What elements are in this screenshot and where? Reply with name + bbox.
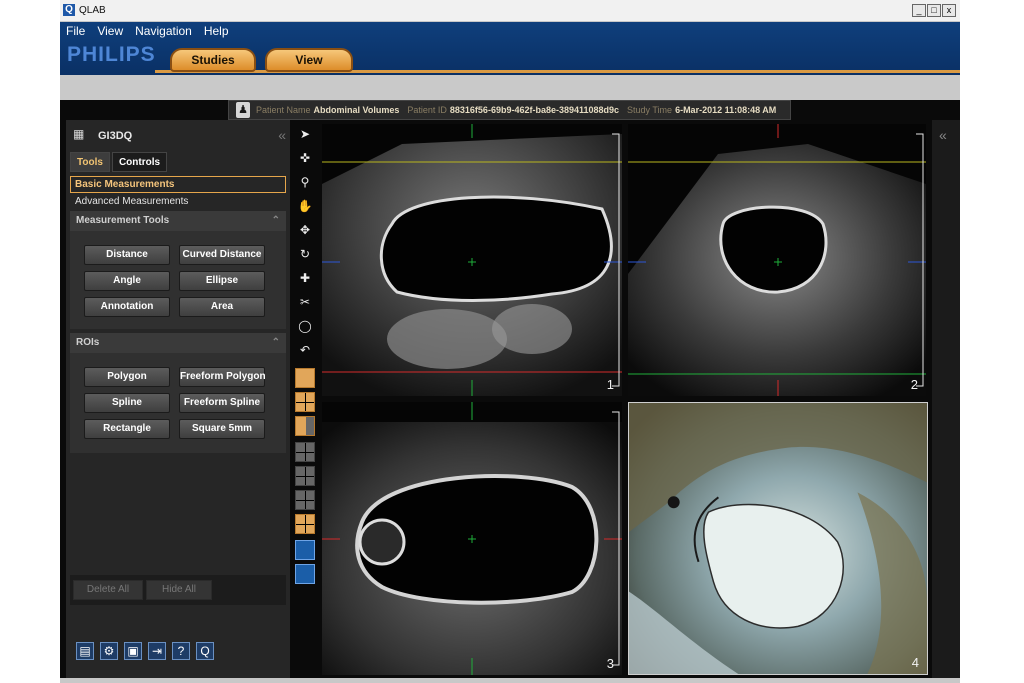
gray-spacer [60,75,960,100]
area-button[interactable]: Area [179,297,265,317]
layout-1x1-icon[interactable] [295,368,315,388]
panel-title: GI3DQ [98,130,133,142]
tab-controls[interactable]: Controls [111,152,168,172]
move-axis-icon[interactable]: ✥ [294,220,316,240]
philips-logo: PHILIPS [67,43,156,66]
viewport-3-number: 3 [606,656,614,671]
delete-all-button[interactable]: Delete All [73,580,143,600]
collapse-left-icon[interactable]: « [278,127,286,143]
measurement-tools-title: Measurement Tools [76,215,170,226]
help-icon[interactable]: ? [172,642,190,660]
maximize-button[interactable]: □ [927,4,941,17]
undo-icon[interactable]: ↶ [294,340,316,360]
distance-button[interactable]: Distance [84,245,170,265]
measurement-tools-header[interactable]: Measurement Tools ⌃ [70,211,286,231]
qlab-app-icon: Q [63,4,75,16]
chevron-up-icon: ⌃ [271,215,280,226]
rois-title: ROIs [76,337,100,348]
menu-navigation[interactable]: Navigation [135,24,192,38]
layout-1-plus-3-icon[interactable] [295,416,315,436]
gear-icon[interactable]: ⚙ [100,642,118,660]
save-icon[interactable]: ▣ [124,642,142,660]
minimize-button[interactable]: _ [912,4,926,17]
menu-view[interactable]: View [97,24,123,38]
qlab-window: Q QLAB _ □ x File View Navigation Help P… [60,0,960,683]
close-button[interactable]: x [942,4,956,17]
ultrasound-view-3 [322,402,622,675]
eraser-icon[interactable]: ◯ [294,316,316,336]
measurement-tools-panel: Distance Curved Distance Angle Ellipse A… [70,231,286,329]
viewport-3[interactable]: 3 [322,402,622,675]
viewport-2[interactable]: 2 [628,124,926,396]
pointer-icon[interactable]: ➤ [294,124,316,144]
bottom-icon-bar: ▤ ⚙ ▣ ⇥ ? Q [76,642,214,660]
layout-quad-active-icon[interactable] [295,514,315,534]
tab-studies[interactable]: Studies [170,48,256,72]
pivot-icon[interactable]: ✚ [294,268,316,288]
menu-file[interactable]: File [66,24,85,38]
zoom-icon[interactable]: ⚲ [294,172,316,192]
export-icon[interactable]: ⇥ [148,642,166,660]
header: File View Navigation Help PHILIPS Studie… [60,22,960,75]
qlab-icon[interactable]: Q [196,642,214,660]
annotation-button[interactable]: Annotation [84,297,170,317]
layout-quad-a-icon[interactable] [295,442,315,462]
rois-panel: Polygon Freeform Polygon Spline Freeform… [70,353,286,453]
layout-quad-b-icon[interactable] [295,466,315,486]
patient-id-value: 88316f56-69b9-462f-ba8e-389411088d9c [449,105,620,115]
patient-name-value: Abdominal Volumes [313,105,400,115]
freeform-polygon-button[interactable]: Freeform Polygon [179,367,266,387]
collapse-right-icon[interactable]: « [939,127,947,143]
rois-header[interactable]: ROIs ⌃ [70,333,286,353]
angle-button[interactable]: Angle [84,271,170,291]
curved-distance-button[interactable]: Curved Distance [179,245,265,265]
ultrasound-view-1 [322,124,622,396]
left-panel: ▦ GI3DQ « Tools Controls Basic Measureme… [66,120,290,683]
viewport-2-number: 2 [910,377,918,392]
window-title: QLAB [79,5,106,16]
title-bar: Q QLAB _ □ x [60,0,960,22]
menu-bar: File View Navigation Help [66,24,229,38]
rectangle-button[interactable]: Rectangle [84,419,170,439]
viewport-4[interactable]: 4 [628,402,928,675]
select-crosshair-icon[interactable]: ✜ [294,148,316,168]
sync-views-icon[interactable] [295,564,315,584]
tool-strip: ➤ ✜ ⚲ ✋ ✥ ↻ ✚ ✂ ◯ ↶ [293,120,317,590]
study-time-value: 6-Mar-2012 11:08:48 AM [675,105,777,115]
layout-2x2-icon[interactable] [295,392,315,412]
patient-name-label: Patient Name [256,105,311,115]
mode-basic-measurements[interactable]: Basic Measurements [70,176,286,193]
gi3dq-icon: ▦ [73,127,85,141]
right-panel: « [932,120,960,683]
tab-tools[interactable]: Tools [70,152,110,172]
status-strip [60,678,960,683]
freeform-spline-button[interactable]: Freeform Spline [179,393,265,413]
chevron-up-icon: ⌃ [271,337,280,348]
square-5mm-button[interactable]: Square 5mm [179,419,265,439]
menu-help[interactable]: Help [204,24,229,38]
bottom-actions: Delete All Hide All [70,575,286,605]
layout-quad-c-icon[interactable] [295,490,315,510]
patient-id-label: Patient ID [407,105,447,115]
study-time-label: Study Time [627,105,673,115]
viewport-1-number: 1 [606,377,614,392]
rotate-icon[interactable]: ↻ [294,244,316,264]
patient-info-bar: ♟ Patient Name Abdominal Volumes Patient… [228,100,791,120]
viewport-1[interactable]: 1 [322,124,622,396]
link-views-icon[interactable] [295,540,315,560]
pan-hand-icon[interactable]: ✋ [294,196,316,216]
tab-view[interactable]: View [265,48,353,72]
spline-button[interactable]: Spline [84,393,170,413]
ellipse-button[interactable]: Ellipse [179,271,265,291]
patient-icon: ♟ [236,102,250,118]
hide-all-button[interactable]: Hide All [146,580,212,600]
viewport-4-number: 4 [911,655,919,670]
scissors-icon[interactable]: ✂ [294,292,316,312]
volume-render-3d [629,403,927,674]
ultrasound-view-2 [628,124,926,396]
mode-advanced-measurements[interactable]: Advanced Measurements [70,193,286,210]
film-icon[interactable]: ▤ [76,642,94,660]
polygon-button[interactable]: Polygon [84,367,170,387]
